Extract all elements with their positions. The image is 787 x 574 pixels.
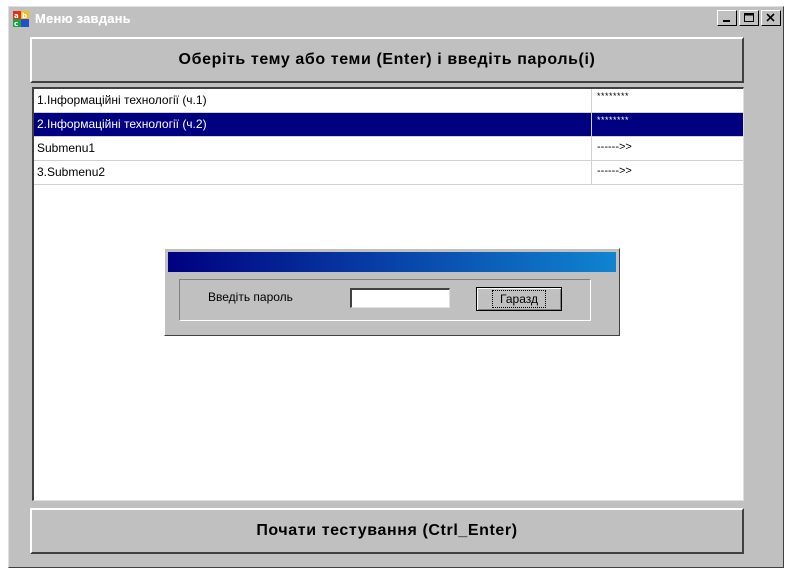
column-divider xyxy=(591,113,592,137)
list-item-selected[interactable]: 2.Інформаційні технології (ч.2) ******** xyxy=(34,113,743,137)
column-divider xyxy=(591,161,592,185)
maximize-button[interactable] xyxy=(739,10,759,26)
topic-password-mask: ******** xyxy=(597,115,630,125)
window-controls xyxy=(717,10,781,26)
minimize-button[interactable] xyxy=(717,10,737,26)
submenu-arrow: ------>> xyxy=(597,165,632,177)
start-testing-label: Почати тестування (Ctrl_Enter) xyxy=(256,522,518,539)
maximize-icon xyxy=(744,13,754,22)
list-item[interactable]: 1.Інформаційні технології (ч.1) ******** xyxy=(34,89,743,113)
select-topics-button[interactable]: Оберіть тему або теми (Enter) і введіть … xyxy=(30,37,744,83)
list-item[interactable]: Submenu1 ------>> xyxy=(34,137,743,161)
ok-button[interactable]: Гаразд xyxy=(476,287,562,311)
topic-name: 1.Інформаційні технології (ч.1) xyxy=(37,93,207,107)
password-panel: Введіть пароль Гаразд xyxy=(179,279,591,321)
submenu-arrow: ------>> xyxy=(597,141,632,153)
password-label: Введіть пароль xyxy=(208,290,293,304)
app-icon: a b c xyxy=(13,11,29,27)
column-divider xyxy=(591,137,592,161)
column-divider xyxy=(591,89,592,113)
svg-text:a: a xyxy=(14,12,19,20)
svg-text:b: b xyxy=(22,12,27,20)
close-icon xyxy=(766,13,775,22)
list-item[interactable]: 3.Submenu2 ------>> xyxy=(34,161,743,185)
password-dialog: Введіть пароль Гаразд xyxy=(164,248,620,336)
close-button[interactable] xyxy=(761,10,781,26)
select-topics-label: Оберіть тему або теми (Enter) і введіть … xyxy=(178,51,596,68)
topic-name: 2.Інформаційні технології (ч.2) xyxy=(37,117,207,131)
start-testing-button[interactable]: Почати тестування (Ctrl_Enter) xyxy=(30,508,744,554)
title-bar[interactable]: a b c Меню завдань xyxy=(11,9,781,29)
topic-name: Submenu1 xyxy=(37,141,96,155)
minimize-icon xyxy=(723,20,730,22)
password-dialog-titlebar[interactable] xyxy=(168,252,616,272)
password-input[interactable] xyxy=(350,288,450,308)
topic-password-mask: ******** xyxy=(597,91,630,101)
ok-button-label: Гаразд xyxy=(492,290,546,308)
svg-text:c: c xyxy=(14,20,18,27)
topic-name: 3.Submenu2 xyxy=(37,165,106,179)
window-title: Меню завдань xyxy=(35,11,131,26)
